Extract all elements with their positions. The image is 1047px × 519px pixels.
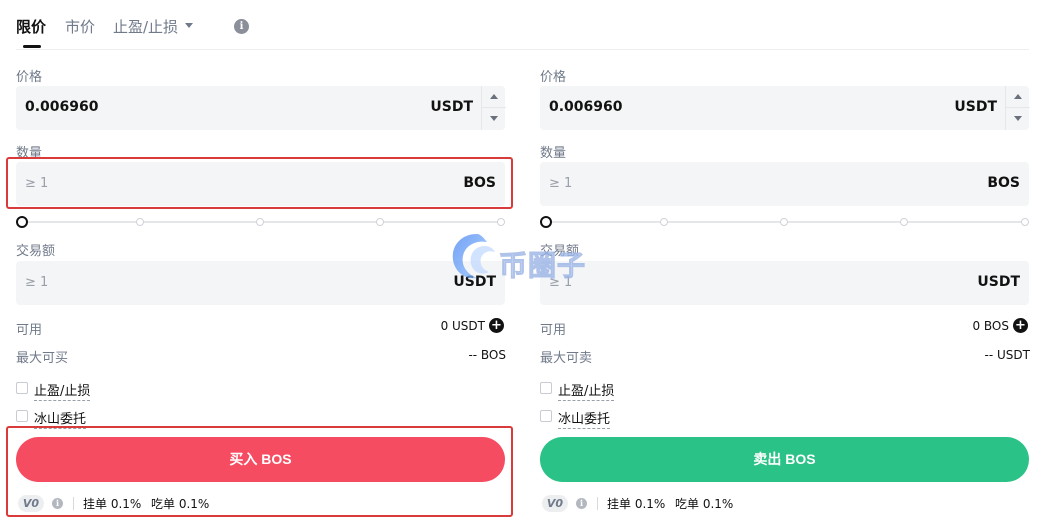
sell-price-input[interactable]: 0.006960 USDT (540, 86, 1030, 130)
buy-amount-input[interactable]: ≥ 1 BOS (16, 162, 505, 206)
slider-stop-50[interactable] (256, 218, 264, 226)
taker-fee: 吃单 0.1% (675, 497, 734, 511)
buy-available-label: 可用 (16, 323, 43, 338)
slider-stop-25[interactable] (660, 218, 668, 226)
sell-total-unit: USDT (977, 274, 1020, 290)
buy-price-input[interactable]: 0.006960 USDT (16, 86, 506, 130)
sell-total-input[interactable]: ≥ 1 USDT (540, 261, 1029, 305)
maker-fee: 挂单 0.1% (83, 497, 142, 511)
vip-level-badge: V0 (18, 495, 44, 512)
buy-amount-slider[interactable] (16, 215, 505, 229)
sell-amount-unit: BOS (987, 175, 1020, 191)
buy-button[interactable]: 买入 BOS (16, 437, 505, 482)
buy-max-value: -- BOS (468, 348, 506, 362)
sell-amount-input[interactable]: ≥ 1 BOS (540, 162, 1029, 206)
slider-handle[interactable] (540, 216, 552, 228)
sell-amount-slider[interactable] (540, 215, 1029, 229)
sell-available: 0 BOS + (972, 318, 1028, 334)
watermark-text: 币圈子 (498, 249, 587, 283)
vip-level-badge: V0 (542, 495, 568, 512)
sell-price-stepper (1005, 86, 1030, 130)
buy-iceberg-label: 冰山委托 (34, 408, 87, 429)
increment-icon[interactable] (482, 86, 506, 108)
sell-tpsl-label: 止盈/止损 (558, 380, 615, 401)
sell-available-label: 可用 (540, 323, 567, 338)
buy-total-placeholder: ≥ 1 (25, 275, 49, 290)
plus-circle-icon[interactable]: + (1013, 318, 1028, 333)
divider (73, 497, 74, 510)
sell-amount-label: 数量 (540, 146, 567, 161)
watermark-swirl-icon (452, 234, 495, 279)
buy-max-label: 最大可买 (16, 351, 69, 366)
slider-stop-100[interactable] (497, 218, 505, 226)
buy-tpsl-label: 止盈/止损 (34, 380, 91, 401)
sell-price-value: 0.006960 (549, 99, 623, 115)
sell-max-value: -- USDT (984, 348, 1030, 362)
taker-fee: 吃单 0.1% (151, 497, 210, 511)
buy-panel: 价格 0.006960 USDT 数量 ≥ 1 BOS 交易额 ≥ 1 USDT… (16, 0, 506, 519)
slider-stop-100[interactable] (1021, 218, 1029, 226)
divider (597, 497, 598, 510)
buy-available-value: 0 USDT (440, 319, 485, 333)
sell-iceberg-label: 冰山委托 (558, 408, 611, 429)
watermark-logo: 币圈子 (447, 228, 597, 286)
decrement-icon[interactable] (482, 108, 506, 130)
sell-amount-placeholder: ≥ 1 (549, 176, 573, 191)
increment-icon[interactable] (1006, 86, 1030, 108)
buy-amount-label: 数量 (16, 146, 43, 161)
buy-amount-unit: BOS (463, 175, 496, 191)
info-icon[interactable]: i (52, 498, 63, 509)
buy-price-stepper (481, 86, 506, 130)
buy-price-value: 0.006960 (25, 99, 99, 115)
sell-available-value: 0 BOS (972, 319, 1009, 333)
sell-price-label: 价格 (540, 70, 567, 85)
checkbox[interactable] (540, 382, 552, 394)
checkbox[interactable] (16, 382, 28, 394)
plus-circle-icon[interactable]: + (489, 318, 504, 333)
buy-total-input[interactable]: ≥ 1 USDT (16, 261, 505, 305)
info-icon[interactable]: i (576, 498, 587, 509)
buy-amount-placeholder: ≥ 1 (25, 176, 49, 191)
slider-stop-75[interactable] (376, 218, 384, 226)
buy-price-label: 价格 (16, 70, 43, 85)
buy-price-unit: USDT (430, 99, 473, 115)
sell-price-unit: USDT (954, 99, 997, 115)
slider-stop-50[interactable] (780, 218, 788, 226)
sell-max-label: 最大可卖 (540, 351, 593, 366)
slider-handle[interactable] (16, 216, 28, 228)
sell-button[interactable]: 卖出 BOS (540, 437, 1029, 482)
checkbox[interactable] (540, 410, 552, 422)
slider-stop-25[interactable] (136, 218, 144, 226)
buy-available: 0 USDT + (440, 318, 504, 334)
slider-stop-75[interactable] (900, 218, 908, 226)
buy-total-label: 交易额 (16, 244, 56, 259)
decrement-icon[interactable] (1006, 108, 1030, 130)
checkbox[interactable] (16, 410, 28, 422)
maker-fee: 挂单 0.1% (607, 497, 666, 511)
sell-panel: 价格 0.006960 USDT 数量 ≥ 1 BOS 交易额 ≥ 1 USDT… (540, 0, 1030, 519)
